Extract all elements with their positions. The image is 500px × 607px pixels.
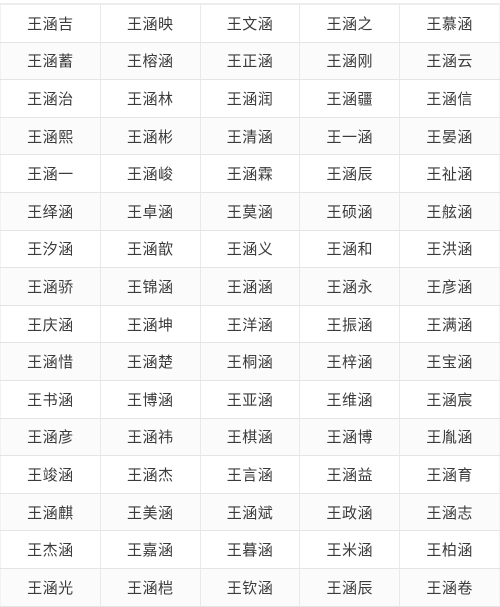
name-cell: 王涵吉	[0, 4, 101, 43]
name-cell: 王汐涵	[0, 229, 101, 269]
name-cell: 王涵歆	[99, 229, 201, 269]
table-row: 王杰涵 王嘉涵 王暮涵 王米涵 王柏涵	[0, 530, 500, 569]
table-row: 王涵治 王涵林 王涵润 王涵疆 王涵信	[0, 79, 500, 118]
name-cell: 王涵疆	[299, 79, 401, 118]
name-cell: 王涵卷	[399, 567, 500, 607]
name-cell: 王涵映	[99, 4, 201, 43]
name-cell: 王涵博	[299, 417, 401, 457]
name-cell: 王慕涵	[399, 4, 500, 43]
table-row: 王涵吉 王涵映 王文涵 王涵之 王慕涵	[0, 4, 500, 43]
name-cell: 王棋涵	[199, 417, 301, 457]
table-row: 王竣涵 王涵杰 王言涵 王涵益 王涵育	[0, 455, 500, 494]
name-cell: 王柏涵	[399, 530, 500, 569]
name-cell: 王涵润	[199, 79, 301, 118]
chinese-name-table: 王涵吉 王涵映 王文涵 王涵之 王慕涵 王涵蓄 王榕涵 王正涵 王涵刚 王涵云 王涵治 王涵林 王涵润王…	[0, 4, 500, 607]
name-cell: 王涵惜	[0, 342, 101, 381]
table-row: 王涵蓄 王榕涵 王正涵 王涵刚 王涵云	[0, 41, 500, 81]
name-cell: 王彦涵	[399, 267, 500, 306]
name-cell: 王涵之	[299, 4, 401, 43]
name-cell: 王涵辰	[299, 154, 401, 193]
name-cell: 王正涵	[199, 41, 301, 81]
name-cell: 王文涵	[199, 4, 301, 43]
name-cell: 王涵光	[0, 567, 101, 607]
name-cell: 王涵蓄	[0, 41, 101, 81]
name-cell: 王绎涵	[0, 191, 101, 231]
name-cell: 王锦涵	[99, 267, 201, 306]
name-cell: 王涵斌	[199, 492, 301, 532]
name-cell: 王米涵	[299, 530, 401, 569]
name-cell: 王涵益	[299, 455, 401, 494]
name-cell: 王涵宸	[399, 379, 500, 419]
name-cell: 王书涵	[0, 379, 101, 419]
name-cell: 王振涵	[299, 304, 401, 344]
name-cell: 王亚涵	[199, 379, 301, 419]
name-cell: 王涵云	[399, 41, 500, 81]
name-cell: 王硕涵	[299, 191, 401, 231]
name-cell: 王暮涵	[199, 530, 301, 569]
name-cell: 王一涵	[299, 116, 401, 156]
name-cell: 王涵辰	[299, 567, 401, 607]
name-cell: 王莫涵	[199, 191, 301, 231]
name-cell: 王涵治	[0, 79, 101, 118]
name-cell: 王涵林	[99, 79, 201, 118]
name-cell: 王美涵	[99, 492, 201, 532]
name-cell: 王涵祎	[99, 417, 201, 457]
name-cell: 王洋涵	[199, 304, 301, 344]
name-cell: 王杰涵	[0, 530, 101, 569]
name-cell: 王涵峻	[99, 154, 201, 193]
table-row: 王涵骄 王锦涵 王涵涵 王涵永 王彦涵	[0, 267, 500, 306]
table-row: 王涵惜 王涵楚 王桐涵 王梓涵 王宝涵	[0, 342, 500, 381]
name-cell: 王梓涵	[299, 342, 401, 381]
name-cell: 王涵麒	[0, 492, 101, 532]
name-cell: 王涵义	[199, 229, 301, 269]
table-body: 王涵吉 王涵映 王文涵 王涵之 王慕涵 王涵蓄 王榕涵 王正涵 王涵刚 王涵云 王涵治 王涵林 王涵润王…	[0, 4, 500, 607]
name-cell: 王涵彬	[99, 116, 201, 156]
name-cell: 王言涵	[199, 455, 301, 494]
table-row: 王涵光 王涵桤 王钦涵 王涵辰 王涵卷	[0, 567, 500, 607]
table-row: 王书涵 王博涵 王亚涵 王维涵 王涵宸	[0, 379, 500, 419]
table-row: 王涵一 王涵峻 王涵霖 王涵辰 王祉涵	[0, 154, 500, 193]
name-cell: 王桐涵	[199, 342, 301, 381]
name-cell: 王晏涵	[399, 116, 500, 156]
name-cell: 王清涵	[199, 116, 301, 156]
name-cell: 王卓涵	[99, 191, 201, 231]
name-cell: 王涵和	[299, 229, 401, 269]
name-cell: 王涵坤	[99, 304, 201, 344]
table-row: 王涵彦 王涵祎 王棋涵 王涵博 王胤涵	[0, 417, 500, 457]
name-cell: 王维涵	[299, 379, 401, 419]
table-row: 王庆涵 王涵坤 王洋涵 王振涵 王满涵	[0, 304, 500, 344]
name-cell: 王祉涵	[399, 154, 500, 193]
name-cell: 王钦涵	[199, 567, 301, 607]
name-cell: 王博涵	[99, 379, 201, 419]
name-cell: 王涵刚	[299, 41, 401, 81]
name-cell: 王竣涵	[0, 455, 101, 494]
name-cell: 王涵一	[0, 154, 101, 193]
name-cell: 王涵信	[399, 79, 500, 118]
name-cell: 王涵涵	[199, 267, 301, 306]
name-cell: 王涵永	[299, 267, 401, 306]
name-cell: 王涵彦	[0, 417, 101, 457]
table-row: 王汐涵 王涵歆 王涵义 王涵和 王洪涵	[0, 229, 500, 269]
name-cell: 王政涵	[299, 492, 401, 532]
name-cell: 王庆涵	[0, 304, 101, 344]
name-cell: 王涵熙	[0, 116, 101, 156]
table-row: 王涵熙 王涵彬 王清涵 王一涵 王晏涵	[0, 116, 500, 156]
name-cell: 王舷涵	[399, 191, 500, 231]
name-cell: 王涵育	[399, 455, 500, 494]
name-cell: 王胤涵	[399, 417, 500, 457]
name-cell: 王满涵	[399, 304, 500, 344]
name-cell: 王榕涵	[99, 41, 201, 81]
name-cell: 王涵骄	[0, 267, 101, 306]
name-cell: 王宝涵	[399, 342, 500, 381]
name-cell: 王洪涵	[399, 229, 500, 269]
table-row: 王涵麒 王美涵 王涵斌 王政涵 王涵志	[0, 492, 500, 532]
name-cell: 王涵志	[399, 492, 500, 532]
name-cell: 王涵杰	[99, 455, 201, 494]
name-cell: 王涵桤	[99, 567, 201, 607]
table-row: 王绎涵 王卓涵 王莫涵 王硕涵 王舷涵	[0, 191, 500, 231]
name-cell: 王涵楚	[99, 342, 201, 381]
name-cell: 王嘉涵	[99, 530, 201, 569]
name-cell: 王涵霖	[199, 154, 301, 193]
